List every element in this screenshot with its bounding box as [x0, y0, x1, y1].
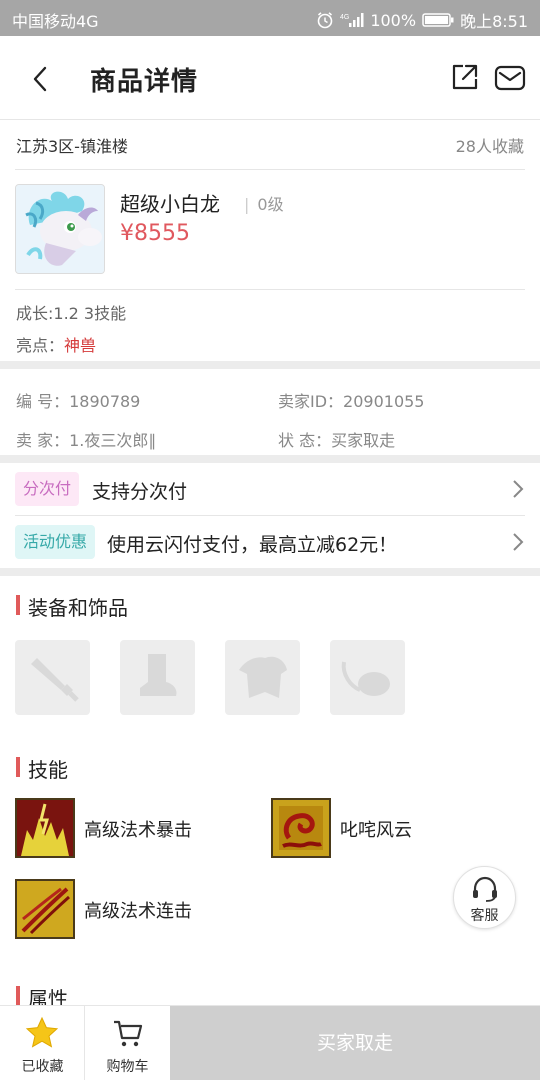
- headset-icon: [473, 876, 497, 902]
- weapon-slot[interactable]: [15, 640, 90, 715]
- seller-name: 卖 家：1.夜三次郎∥: [16, 427, 156, 451]
- seller-id: 卖家ID：20901055: [278, 388, 424, 412]
- skill-name: 高级法术连击: [84, 901, 192, 922]
- accessory-slot[interactable]: [330, 640, 405, 715]
- trade-status-value: 买家取走: [331, 431, 396, 450]
- favorite-button[interactable]: 已收藏: [0, 1006, 85, 1080]
- trade-status-label: 状 态：: [278, 431, 332, 450]
- growth-info: 成长:1.2 3技能: [16, 304, 127, 323]
- promotion-text: 使用云闪付支付，最高立减62元！: [107, 534, 398, 556]
- magic-combo-skill-icon[interactable]: [15, 879, 75, 939]
- promotion-badge: 活动优惠: [15, 525, 96, 559]
- top-nav-bar: 商品详情: [0, 36, 540, 120]
- chevron-right-icon: [513, 533, 524, 551]
- listing-info-row: 江苏3区-镇淮楼 28人收藏: [0, 121, 540, 169]
- alarm-icon: [318, 12, 333, 29]
- equipment-section-title: 装备和饰品: [16, 592, 128, 621]
- boots-slot[interactable]: [120, 640, 195, 715]
- dragon-skill-icon[interactable]: [271, 798, 331, 858]
- item-id-value: 1890789: [69, 392, 141, 411]
- customer-service-button[interactable]: 客服: [453, 866, 516, 929]
- magic-crit-skill-icon[interactable]: [15, 798, 75, 858]
- skills-section-title: 技能: [16, 754, 68, 783]
- highlight-label: 亮点：: [16, 336, 65, 355]
- mail-icon[interactable]: [494, 64, 526, 92]
- customer-service-label: 客服: [470, 908, 499, 924]
- divider: [15, 289, 525, 290]
- boots-slot-icon: [140, 654, 177, 696]
- promotion-row[interactable]: 活动优惠 使用云闪付支付，最高立减62元！: [0, 516, 540, 568]
- seller-id-value: 20901055: [343, 392, 425, 411]
- product-summary: 超级小白龙 | 0级 ¥8555: [0, 170, 540, 290]
- installment-badge: 分次付: [15, 472, 80, 506]
- item-id: 编 号：1890789: [16, 388, 140, 412]
- highlight-value: 神兽: [64, 336, 97, 355]
- installment-text: 支持分次付: [92, 481, 188, 503]
- cart-label: 购物车: [106, 1059, 149, 1075]
- clock: 晚上8:51: [460, 12, 528, 31]
- battery-icon: [422, 13, 454, 27]
- product-level-value: 0级: [257, 195, 284, 214]
- status-bar: 中国移动4G 4G 100% 晚上8:51: [0, 0, 540, 36]
- highlight-info: 亮点：神兽: [16, 332, 96, 356]
- section-gap: [0, 568, 540, 576]
- product-image[interactable]: [15, 184, 105, 274]
- star-icon: [25, 1016, 59, 1048]
- favorite-label: 已收藏: [21, 1059, 64, 1075]
- section-gap: [0, 455, 540, 463]
- section-gap: [0, 361, 540, 369]
- bottom-action-bar: 已收藏 购物车 买家取走: [0, 1005, 540, 1080]
- product-name: 超级小白龙: [120, 192, 220, 216]
- magic-crit-skill-art: [17, 800, 73, 856]
- item-id-label: 编 号：: [16, 392, 70, 411]
- dragon-skill-art: [273, 800, 329, 856]
- white-dragon-image: [16, 185, 104, 273]
- cart-icon: [114, 1020, 143, 1047]
- cart-button[interactable]: 购物车: [85, 1006, 170, 1080]
- armor-slot-icon: [239, 656, 287, 698]
- product-price: ¥8555: [120, 221, 190, 246]
- trade-status: 状 态：买家取走: [278, 427, 395, 451]
- share-icon[interactable]: [450, 62, 480, 92]
- seller-name-label: 卖 家：: [16, 431, 70, 450]
- armor-slot[interactable]: [225, 640, 300, 715]
- skill-name: 叱咤风云: [340, 820, 412, 841]
- server-name: 江苏3区-镇淮楼: [16, 137, 128, 156]
- product-level: | 0级: [244, 195, 284, 214]
- buy-button[interactable]: 买家取走: [170, 1006, 540, 1080]
- chevron-left-icon[interactable]: [26, 62, 56, 96]
- battery-percent: 100%: [370, 10, 417, 30]
- chevron-right-icon: [513, 480, 524, 498]
- seller-name-value: 1.夜三次郎∥: [69, 431, 157, 450]
- favorite-count: 28人收藏: [455, 137, 524, 156]
- seller-id-label: 卖家ID：: [278, 392, 344, 411]
- page-title: 商品详情: [90, 67, 199, 97]
- magic-combo-skill-art: [17, 881, 73, 937]
- status-icons: 4G 100% 晚上8:51: [316, 8, 528, 32]
- weapon-slot-icon: [31, 658, 79, 702]
- skill-name: 高级法术暴击: [84, 820, 192, 841]
- signal-icon: 4G: [340, 13, 364, 27]
- carrier-label: 中国移动4G: [12, 12, 99, 31]
- installment-payment-row[interactable]: 分次付 支持分次付: [0, 463, 540, 515]
- accessory-slot-icon: [341, 661, 390, 696]
- svg-text:4G: 4G: [340, 14, 349, 21]
